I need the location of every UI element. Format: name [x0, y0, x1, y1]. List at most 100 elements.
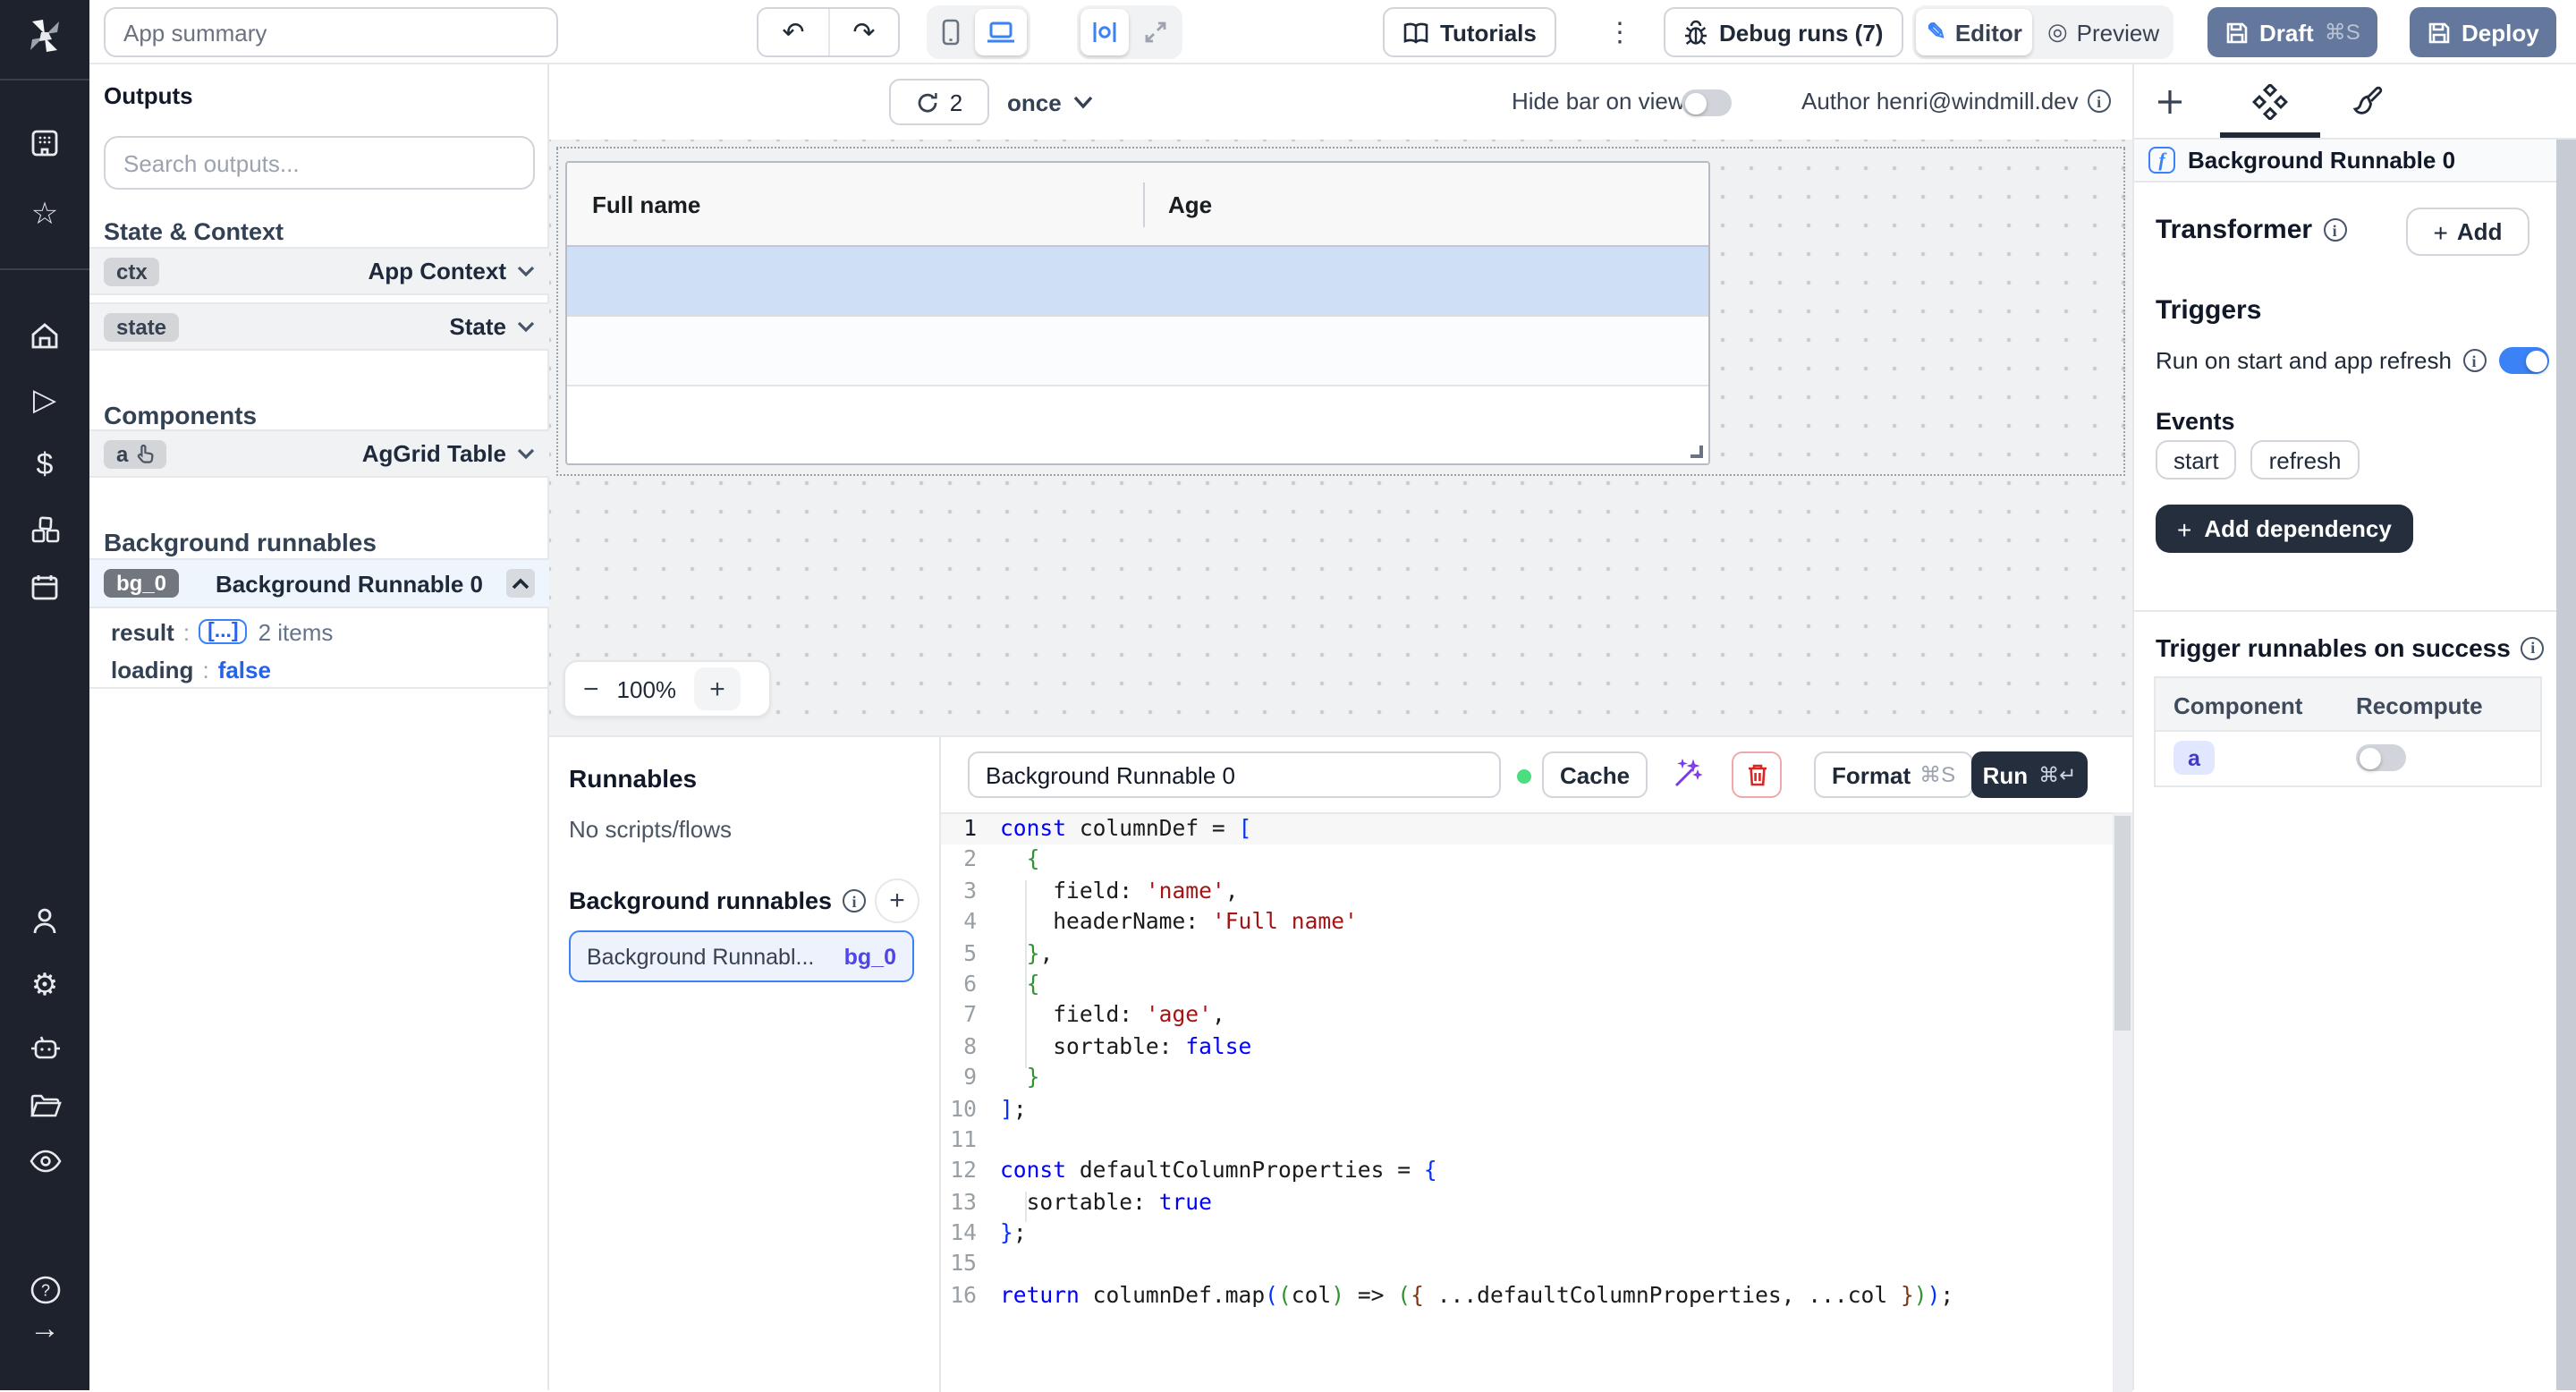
code-line[interactable]: 16return columnDef.map((col) => ({ ...de…	[941, 1281, 2113, 1312]
format-button[interactable]: Format⌘S	[1814, 751, 1973, 798]
loading-row: loading: false	[89, 651, 549, 687]
resources-cubes-icon[interactable]	[0, 514, 89, 546]
resize-handle[interactable]	[1690, 446, 1703, 458]
event-chip-refresh[interactable]: refresh	[2251, 440, 2360, 480]
table-row-selected[interactable]	[567, 247, 1708, 317]
output-row-ctx[interactable]: ctx App Context	[89, 247, 549, 295]
table-row[interactable]	[567, 317, 1708, 386]
variables-dollar-icon[interactable]: $	[0, 449, 89, 481]
column-header-age[interactable]: Age	[1168, 163, 1212, 247]
search-outputs-input[interactable]	[104, 136, 535, 190]
tutorials-button[interactable]: Tutorials	[1383, 7, 1556, 57]
collapse-arrow-icon[interactable]: →	[0, 1313, 89, 1345]
draft-button[interactable]: Draft ⌘S	[2207, 7, 2378, 57]
info-icon[interactable]: i	[2462, 349, 2486, 372]
code-line[interactable]: 8 sortable: false	[941, 1031, 2113, 1063]
code-line[interactable]: 5 },	[941, 938, 2113, 970]
canvas-grid[interactable]: Full name Age − 100% +	[549, 140, 2132, 735]
code-line[interactable]: 13 sortable: true	[941, 1187, 2113, 1218]
right-panel-scrollbar[interactable]	[2556, 140, 2576, 1390]
output-row-component-a[interactable]: a AgGrid Table	[89, 429, 549, 478]
help-icon[interactable]: ?	[0, 1274, 89, 1306]
result-row[interactable]: result: [...] 2 items	[89, 614, 549, 649]
windmill-logo-icon[interactable]	[0, 14, 89, 57]
add-transformer-button[interactable]: + Add	[2406, 208, 2529, 256]
column-separator[interactable]	[1143, 182, 1145, 227]
run-button[interactable]: Run⌘↵	[1971, 751, 2088, 798]
home-icon[interactable]	[0, 320, 89, 352]
center-width-button[interactable]	[1080, 9, 1129, 55]
zoom-out-button[interactable]: −	[583, 674, 599, 704]
info-icon[interactable]: i	[2323, 218, 2346, 242]
info-icon[interactable]: i	[2088, 89, 2111, 113]
editor-scrollbar[interactable]	[2113, 812, 2132, 1392]
settings-gear-icon[interactable]: ⚙	[0, 970, 89, 1002]
user-icon[interactable]	[0, 905, 89, 938]
fullscreen-button[interactable]	[1132, 9, 1179, 55]
code-line[interactable]: 11	[941, 1125, 2113, 1157]
background-runnables-title: Background runnables	[104, 528, 377, 556]
mobile-view-button[interactable]	[930, 9, 971, 55]
cache-button[interactable]: Cache	[1542, 751, 1648, 798]
editor-tab[interactable]: ✎ Editor	[1916, 9, 2033, 55]
deploy-button[interactable]: Deploy	[2410, 7, 2557, 57]
loading-value: false	[218, 656, 271, 683]
monaco-code-editor[interactable]: 1const columnDef = [2 {3 field: 'name',4…	[941, 812, 2113, 1392]
app-summary-input[interactable]	[104, 7, 558, 57]
debug-runs-button[interactable]: Debug runs (7)	[1664, 7, 1902, 57]
code-line[interactable]: 14};	[941, 1218, 2113, 1250]
column-header-full-name[interactable]: Full name	[592, 163, 700, 247]
aggrid-table-component[interactable]: Full name Age	[565, 161, 1710, 465]
result-array-box[interactable]: [...]	[199, 619, 248, 644]
save-icon	[2225, 21, 2249, 44]
tab-component-settings[interactable]	[2238, 64, 2302, 140]
workspace-building-icon[interactable]	[0, 127, 89, 159]
output-row-bg0[interactable]: bg_0 Background Runnable 0	[89, 558, 549, 608]
code-line[interactable]: 2 {	[941, 845, 2113, 877]
recompute-toggle[interactable]	[2356, 744, 2406, 771]
redo-button[interactable]: ↷	[828, 9, 898, 55]
hide-bar-toggle[interactable]	[1682, 89, 1732, 116]
code-line[interactable]: 6 {	[941, 970, 2113, 1001]
runnable-item-label: Background Runnabl...	[587, 944, 814, 969]
tab-styling-brush[interactable]	[2336, 64, 2401, 140]
output-row-state[interactable]: state State	[89, 302, 549, 351]
workers-robot-icon[interactable]	[0, 1034, 89, 1063]
favorites-star-icon[interactable]: ☆	[0, 199, 89, 231]
collapse-chevron-up-button[interactable]	[506, 569, 535, 598]
code-line[interactable]: 3 field: 'name',	[941, 877, 2113, 908]
code-line[interactable]: 9 }	[941, 1063, 2113, 1094]
runs-play-icon[interactable]: ▷	[0, 385, 89, 417]
code-line[interactable]: 1const columnDef = [	[941, 814, 2113, 845]
undo-button[interactable]: ↶	[758, 9, 828, 55]
preview-tab[interactable]: ◎ Preview	[2037, 9, 2170, 55]
desktop-view-button[interactable]	[975, 9, 1027, 55]
topbar: ↶ ↷ Tutorials ⋮ Debug runs (7)	[89, 0, 2576, 64]
event-chip-start[interactable]: start	[2156, 440, 2237, 480]
author-label: Author henri@windmill.dev	[1801, 88, 2079, 115]
schedules-calendar-icon[interactable]	[0, 571, 89, 603]
delete-button[interactable]	[1732, 751, 1782, 798]
ai-wand-icon[interactable]	[1671, 759, 1703, 791]
zoom-in-button[interactable]: +	[694, 667, 741, 710]
background-runnable-item[interactable]: Background Runnabl... bg_0	[569, 930, 914, 982]
column-header-component: Component	[2174, 678, 2302, 732]
code-line[interactable]: 4 headerName: 'Full name'	[941, 907, 2113, 938]
refresh-mode-dropdown[interactable]: once	[1007, 79, 1094, 125]
add-dependency-button[interactable]: + Add dependency	[2156, 505, 2413, 553]
code-line[interactable]: 15	[941, 1250, 2113, 1281]
add-background-runnable-button[interactable]: +	[875, 878, 919, 923]
runnable-name-input[interactable]	[968, 751, 1501, 798]
info-icon[interactable]: i	[843, 889, 866, 912]
more-menu-kebab-icon[interactable]: ⋮	[1606, 16, 1633, 48]
audit-eye-icon[interactable]	[0, 1149, 89, 1174]
refresh-count-button[interactable]: 2	[889, 79, 989, 125]
code-line[interactable]: 12const defaultColumnProperties = {	[941, 1157, 2113, 1188]
info-icon[interactable]: i	[2521, 636, 2545, 659]
windmill-app-editor: ☆ ▷ $ ⚙ ? → ↶	[0, 0, 2576, 1390]
tab-insert-plus[interactable]	[2138, 64, 2202, 140]
folders-icon[interactable]	[0, 1091, 89, 1120]
code-line[interactable]: 7 field: 'age',	[941, 1001, 2113, 1032]
code-line[interactable]: 10];	[941, 1094, 2113, 1125]
run-on-start-toggle[interactable]	[2499, 347, 2549, 374]
